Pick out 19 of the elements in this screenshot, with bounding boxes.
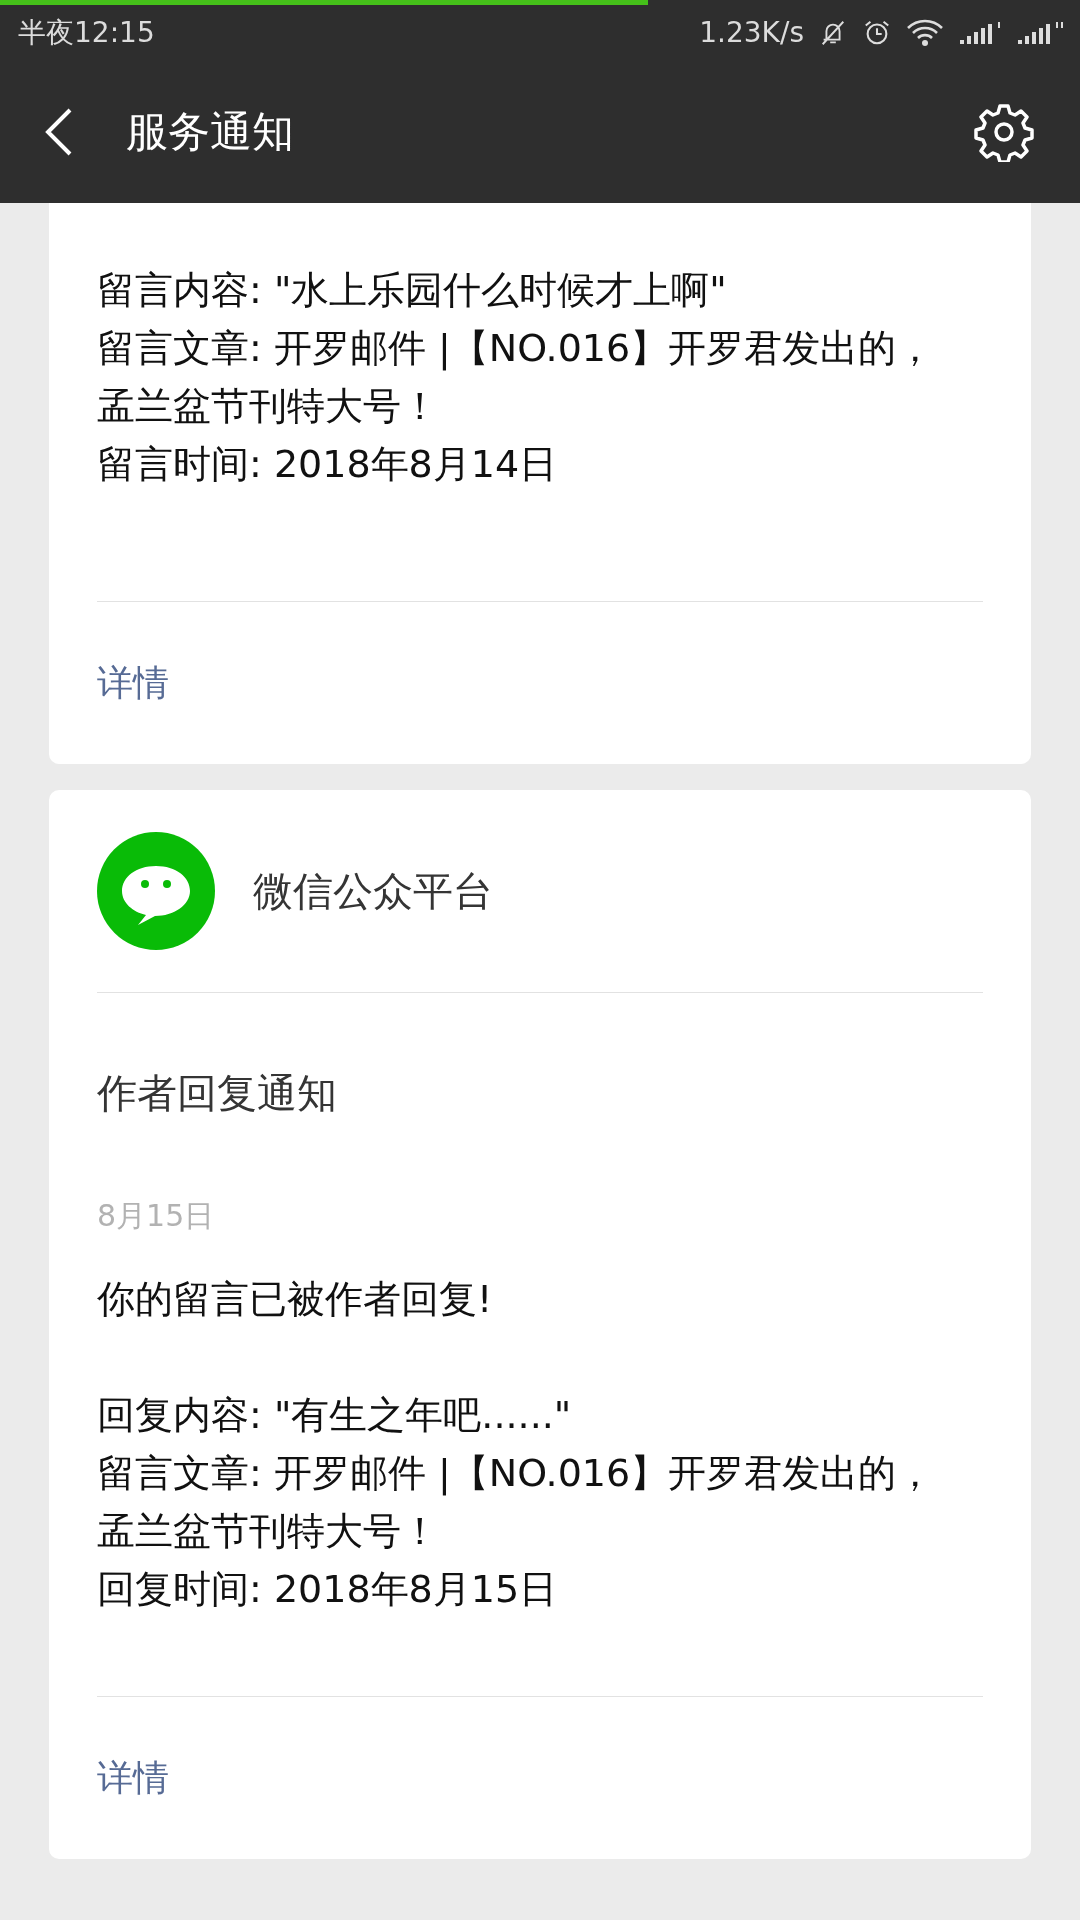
message-text: 留言文章: 开罗邮件 |【NO.016】开罗君发出的，孟兰盆节刊特大号！ bbox=[97, 325, 936, 430]
details-link[interactable]: 详情 bbox=[97, 1753, 169, 1803]
details-link[interactable]: 详情 bbox=[97, 658, 169, 708]
message-text: 你的留言已被作者回复! bbox=[97, 1276, 494, 1323]
message-text: 回复内容: "有生之年吧......" bbox=[97, 1392, 573, 1439]
status-time: 半夜12:15 bbox=[18, 14, 155, 51]
settings-icon[interactable] bbox=[974, 101, 1034, 162]
message-text: 留言内容: "水上乐园什么时候才上啊" bbox=[97, 267, 728, 314]
wifi-icon bbox=[906, 17, 944, 48]
notification-date: 8月15日 bbox=[97, 1197, 216, 1235]
network-speed: 1.23K/s bbox=[699, 16, 804, 49]
chat-bubble-avatar-icon bbox=[97, 832, 215, 950]
account-name: 微信公众平台 bbox=[253, 866, 493, 916]
page-title: 服务通知 bbox=[126, 105, 295, 158]
notification-title: 作者回复通知 bbox=[97, 1069, 338, 1118]
message-text: 留言时间: 2018年8月14日 bbox=[97, 441, 559, 488]
message-text: 回复时间: 2018年8月15日 bbox=[97, 1566, 559, 1613]
message-text: 留言文章: 开罗邮件 |【NO.016】开罗君发出的，孟兰盆节刊特大号！ bbox=[97, 1450, 936, 1555]
back-icon[interactable] bbox=[44, 106, 74, 157]
